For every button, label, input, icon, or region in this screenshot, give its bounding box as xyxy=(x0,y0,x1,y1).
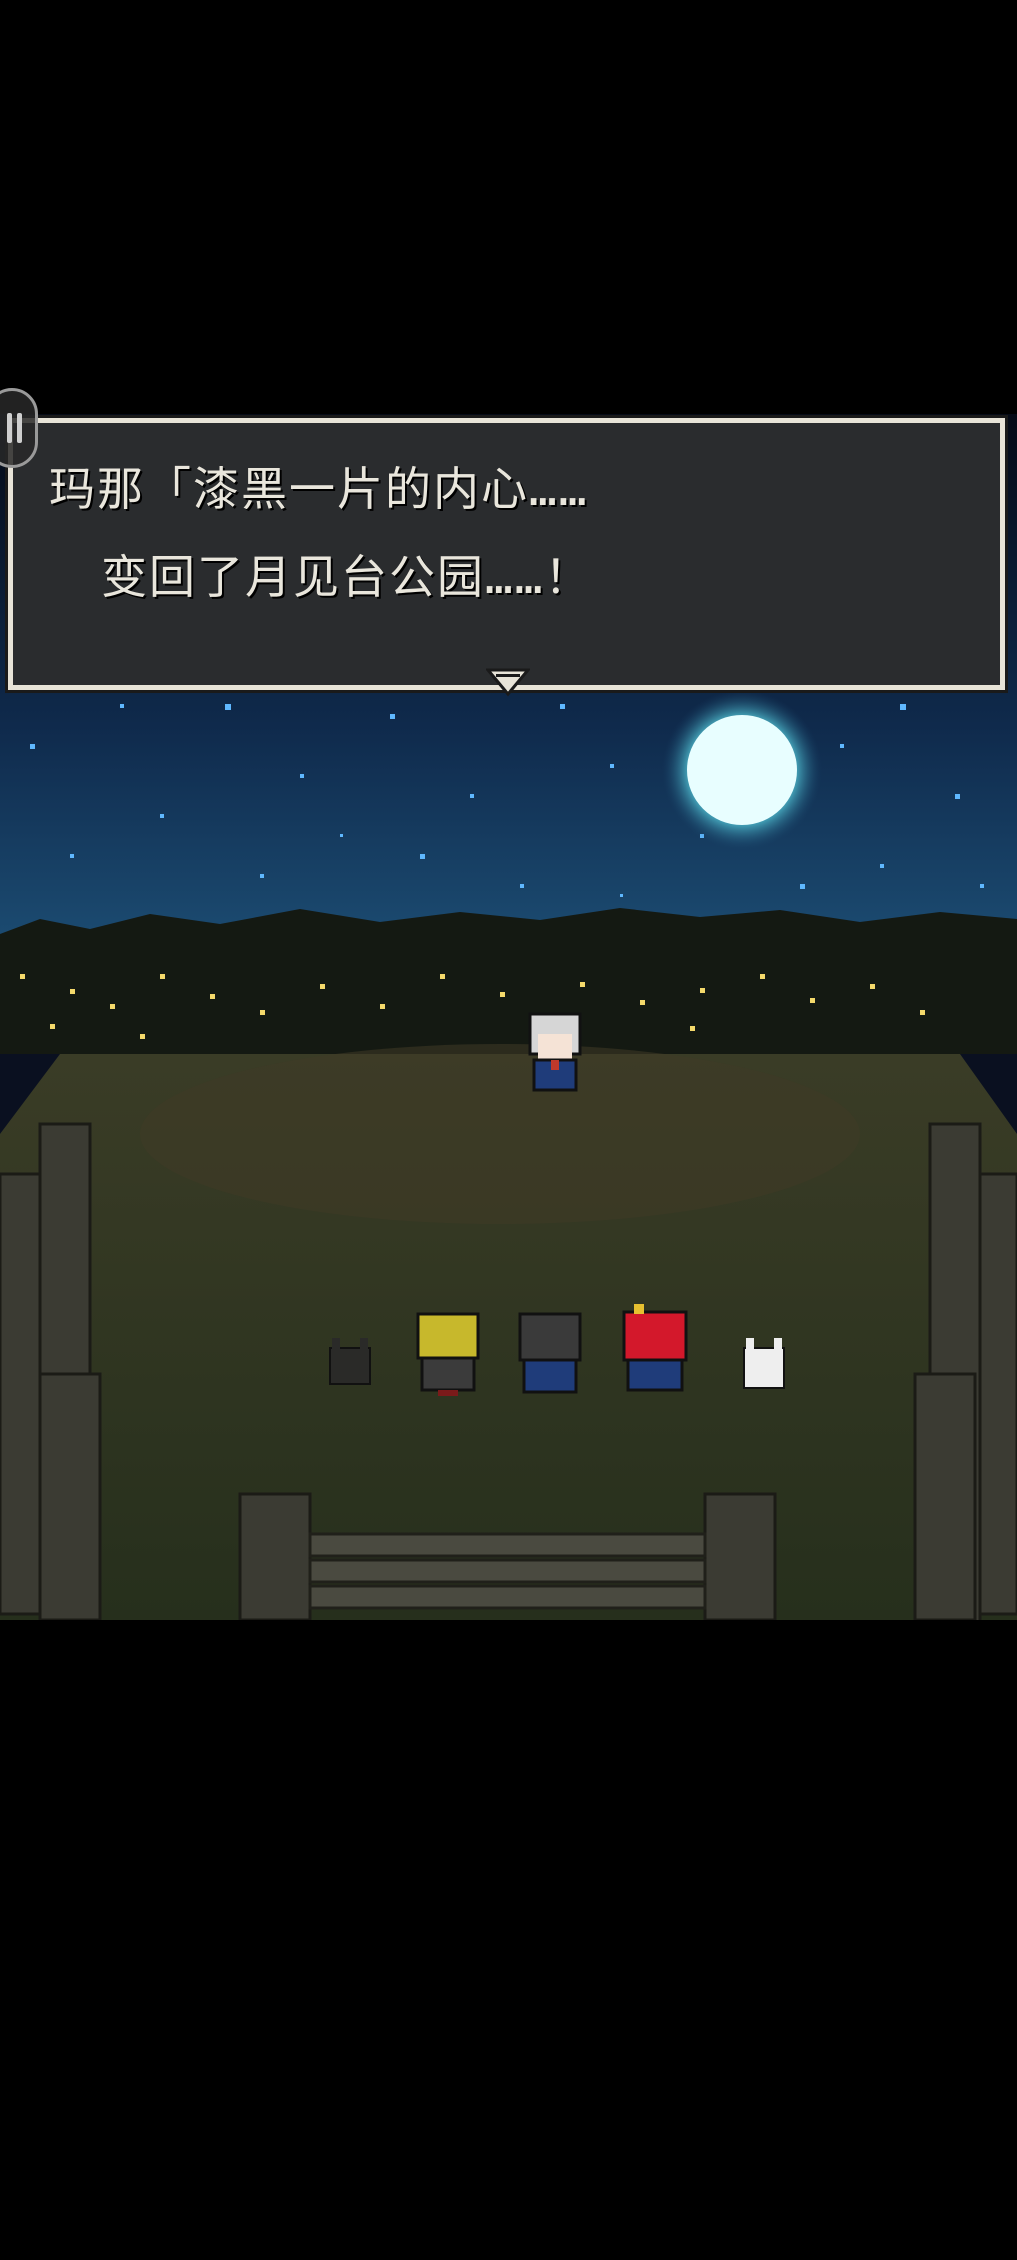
triangle-down-icon[interactable] xyxy=(486,668,530,698)
dialog-line-1: 玛那「漆黑一片的内心…… xyxy=(49,462,589,516)
dialog-box[interactable]: 玛那「漆黑一片的内心…… 变回了月见台公园……！ xyxy=(5,415,1008,693)
silver-haired-girl-sprite xyxy=(528,1012,582,1092)
dark-haired-girl-sprite xyxy=(518,1312,582,1394)
stairs xyxy=(308,1532,707,1610)
red-haired-girl-sprite xyxy=(622,1304,688,1392)
tree-line xyxy=(0,908,1017,1054)
pause-icon[interactable] xyxy=(0,388,38,468)
dialog-line-2: 变回了月见台公园……！ xyxy=(101,550,593,604)
blonde-boy-sprite xyxy=(416,1312,480,1396)
